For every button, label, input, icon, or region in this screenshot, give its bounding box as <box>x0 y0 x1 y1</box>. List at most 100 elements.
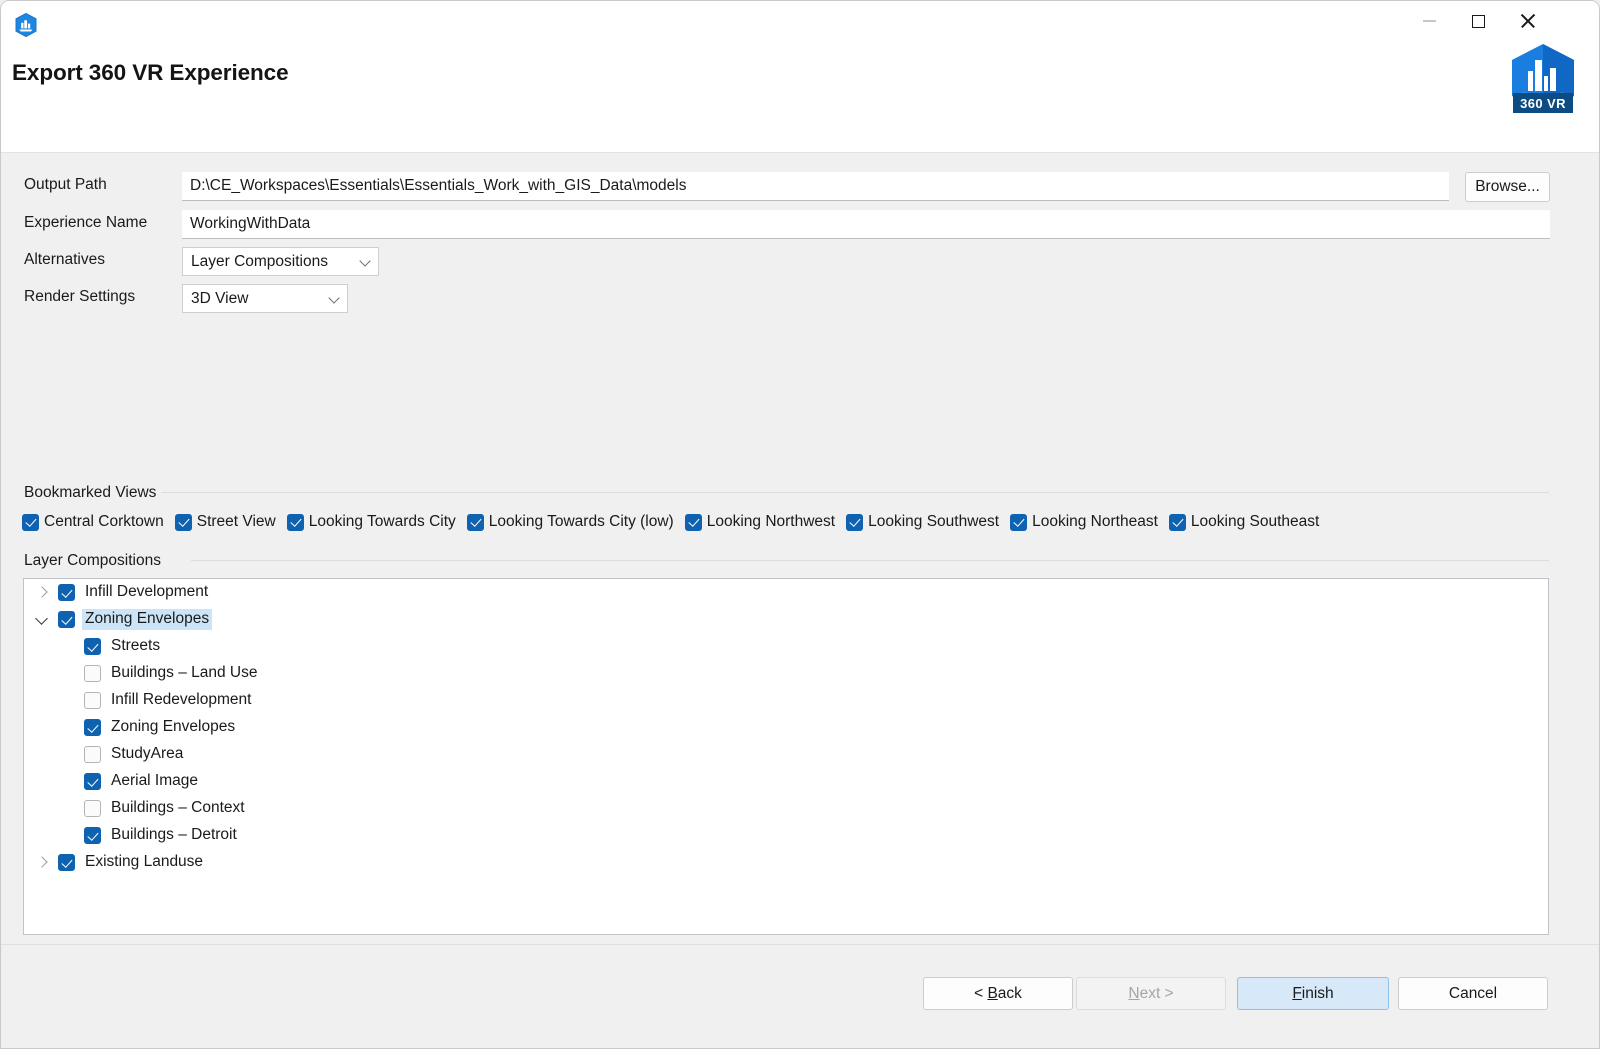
tree-node-label: Buildings – Detroit <box>108 825 240 846</box>
layer-compositions-tree[interactable]: Infill Development Zoning Envelopes Street… <box>23 578 1549 935</box>
tree-node-checkbox[interactable] <box>58 611 75 628</box>
tree-node-label: Buildings – Land Use <box>108 663 261 684</box>
bookmarked-view-checkbox[interactable] <box>846 514 863 531</box>
export-360-vr-dialog: Export 360 VR Experience <box>0 0 1600 1049</box>
tree-row[interactable]: Buildings – Detroit <box>24 822 1548 849</box>
experience-name-input[interactable] <box>182 210 1550 239</box>
bookmarked-view-checkbox[interactable] <box>175 514 192 531</box>
bookmarked-view-item[interactable]: Looking Southwest <box>846 513 999 531</box>
bookmarked-view-checkbox[interactable] <box>685 514 702 531</box>
output-path-label: Output Path <box>24 176 107 194</box>
output-path-input[interactable] <box>182 172 1449 201</box>
chevron-down-icon <box>329 293 341 305</box>
alternatives-dropdown[interactable]: Layer Compositions <box>182 247 379 276</box>
bookmarked-view-item[interactable]: Looking Northwest <box>685 513 835 531</box>
tree-node-label: Zoning Envelopes <box>108 717 238 738</box>
tree-row[interactable]: Zoning Envelopes <box>24 606 1548 633</box>
tree-node-label: Existing Landuse <box>82 852 206 873</box>
layer-compositions-rule <box>191 560 1549 561</box>
tree-row[interactable]: Existing Landuse <box>24 849 1548 876</box>
alternatives-value: Layer Compositions <box>191 253 350 271</box>
cancel-button[interactable]: Cancel <box>1398 977 1548 1010</box>
title-bar: Export 360 VR Experience <box>1 1 1599 153</box>
bookmarked-view-label: Street View <box>197 513 276 531</box>
tree-row[interactable]: StudyArea <box>24 741 1548 768</box>
bookmarked-view-checkbox[interactable] <box>1169 514 1186 531</box>
bookmarked-view-label: Looking Northwest <box>707 513 835 531</box>
back-button[interactable]: < Back <box>923 977 1073 1010</box>
browse-button[interactable]: Browse... <box>1465 172 1550 202</box>
minimize-button[interactable] <box>1406 5 1452 37</box>
bookmarked-view-item[interactable]: Street View <box>175 513 276 531</box>
tree-node-checkbox[interactable] <box>84 692 101 709</box>
bookmarked-view-label: Looking Southeast <box>1191 513 1319 531</box>
dialog-body: Output Path Browse... Experience Name Al… <box>1 153 1599 1049</box>
bookmarked-views-rule <box>161 492 1549 493</box>
close-icon <box>1520 13 1536 29</box>
tree-node-label: StudyArea <box>108 744 186 765</box>
tree-node-label: Infill Redevelopment <box>108 690 254 711</box>
maximize-icon <box>1472 15 1485 28</box>
bookmarked-view-item[interactable]: Looking Southeast <box>1169 513 1319 531</box>
bookmarked-view-checkbox[interactable] <box>467 514 484 531</box>
next-button[interactable]: Next > <box>1076 977 1226 1010</box>
chevron-down-icon <box>360 256 372 268</box>
tree-node-label: Aerial Image <box>108 771 201 792</box>
bookmarked-views-list: Central Corktown Street View Looking Towar… <box>22 513 1330 531</box>
bookmarked-view-checkbox[interactable] <box>22 514 39 531</box>
tree-row[interactable]: Streets <box>24 633 1548 660</box>
render-settings-dropdown[interactable]: 3D View <box>182 284 348 313</box>
render-settings-value: 3D View <box>191 290 319 308</box>
next-button-label: Next > <box>1128 985 1173 1003</box>
tree-node-label: Buildings – Context <box>108 798 248 819</box>
bookmarked-views-caption: Bookmarked Views <box>24 484 156 502</box>
page-title: Export 360 VR Experience <box>12 60 288 86</box>
tree-node-checkbox[interactable] <box>84 665 101 682</box>
alternatives-label: Alternatives <box>24 251 105 269</box>
bookmarked-view-label: Looking Towards City <box>309 513 456 531</box>
bookmarked-view-item[interactable]: Looking Northeast <box>1010 513 1158 531</box>
cityengine-hexagon-icon <box>12 11 40 39</box>
dialog-footer: < Back Next > Finish Cancel <box>1 944 1599 1048</box>
bookmarked-view-label: Looking Southwest <box>868 513 999 531</box>
bookmarked-view-label: Central Corktown <box>44 513 164 531</box>
tree-node-checkbox[interactable] <box>84 800 101 817</box>
bookmarked-view-label: Looking Towards City (low) <box>489 513 674 531</box>
tree-node-checkbox[interactable] <box>58 584 75 601</box>
bookmarked-view-item[interactable]: Looking Towards City <box>287 513 456 531</box>
tree-node-checkbox[interactable] <box>84 746 101 763</box>
tree-node-checkbox[interactable] <box>84 827 101 844</box>
tree-row[interactable]: Aerial Image <box>24 768 1548 795</box>
bookmarked-view-checkbox[interactable] <box>287 514 304 531</box>
tree-row[interactable]: Buildings – Land Use <box>24 660 1548 687</box>
tree-node-label: Streets <box>108 636 163 657</box>
layer-compositions-caption: Layer Compositions <box>24 552 161 570</box>
maximize-button[interactable] <box>1455 5 1501 37</box>
tree-node-checkbox[interactable] <box>58 854 75 871</box>
bookmarked-view-item[interactable]: Central Corktown <box>22 513 164 531</box>
bookmarked-view-item[interactable]: Looking Towards City (low) <box>467 513 674 531</box>
tree-node-checkbox[interactable] <box>84 638 101 655</box>
chevron-down-icon[interactable] <box>32 606 58 633</box>
tree-row[interactable]: Infill Development <box>24 579 1548 606</box>
finish-button-label: Finish <box>1292 985 1333 1003</box>
bookmarked-view-checkbox[interactable] <box>1010 514 1027 531</box>
tree-node-label: Infill Development <box>82 582 211 603</box>
tree-node-label: Zoning Envelopes <box>82 609 212 630</box>
bookmarked-view-label: Looking Northeast <box>1032 513 1158 531</box>
back-button-label: < Back <box>974 985 1022 1003</box>
close-button[interactable] <box>1505 5 1551 37</box>
tree-node-checkbox[interactable] <box>84 719 101 736</box>
tree-row[interactable]: Zoning Envelopes <box>24 714 1548 741</box>
product-logo-360vr: 360 VR <box>1509 43 1577 121</box>
logo-badge-label: 360 VR <box>1513 93 1573 113</box>
tree-node-checkbox[interactable] <box>84 773 101 790</box>
render-settings-label: Render Settings <box>24 288 135 306</box>
experience-name-label: Experience Name <box>24 214 147 232</box>
tree-row[interactable]: Infill Redevelopment <box>24 687 1548 714</box>
minimize-icon <box>1423 20 1436 22</box>
chevron-right-icon[interactable] <box>32 579 58 606</box>
chevron-right-icon[interactable] <box>32 849 58 876</box>
tree-row[interactable]: Buildings – Context <box>24 795 1548 822</box>
finish-button[interactable]: Finish <box>1237 977 1389 1010</box>
